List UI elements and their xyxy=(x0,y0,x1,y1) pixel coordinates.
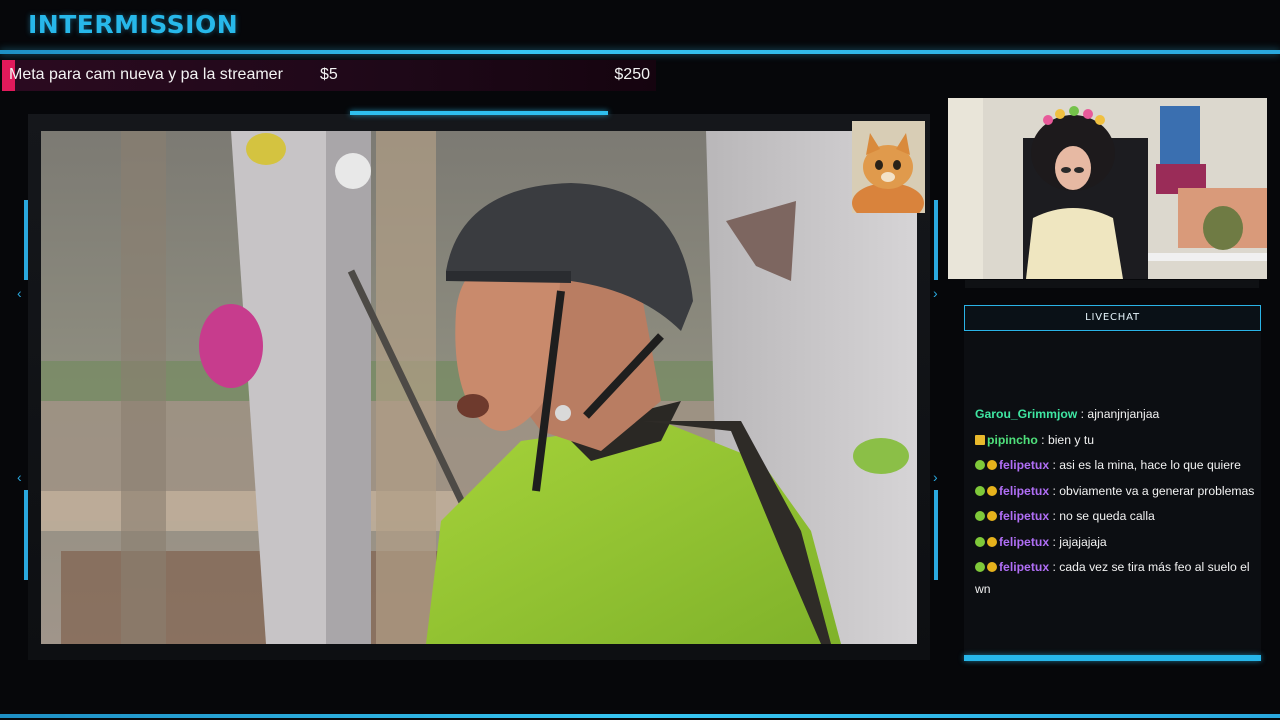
streamer-webcam xyxy=(948,98,1267,279)
goal-label: Meta para cam nueva y pa la streamer xyxy=(9,66,283,83)
video-player[interactable] xyxy=(41,131,917,644)
chevron-left-icon: ‹ xyxy=(17,285,22,301)
coin-badge-icon xyxy=(987,460,997,470)
cat-image xyxy=(852,121,925,213)
chat-username[interactable]: felipetux xyxy=(999,560,1053,574)
cat-badge-icon xyxy=(975,536,985,547)
frame-right-accent xyxy=(934,200,938,280)
cat-badge-icon xyxy=(975,511,985,521)
chat-username[interactable]: felipetux xyxy=(999,535,1053,549)
page-title: INTERMISSION xyxy=(28,10,239,39)
chat-message: felipetux : cada vez se tira más feo al … xyxy=(975,557,1265,600)
cat-badge-icon xyxy=(975,562,985,572)
cat-badge-icon xyxy=(975,460,985,470)
coin-badge-icon xyxy=(987,485,997,496)
webcam-scene xyxy=(948,98,1267,279)
chat-message: felipetux : asi es la mina, hace lo que … xyxy=(975,455,1265,477)
chat-message-text: : obviamente va a generar problemas xyxy=(1052,483,1255,498)
chevron-right-icon: › xyxy=(933,469,938,485)
cat-badge-icon xyxy=(975,485,985,496)
chat-message-list[interactable]: Garou_Grimmjow : ajnanjnjanjaa pipincho :… xyxy=(975,405,1265,604)
frame-left-accent-lower xyxy=(24,490,28,580)
chat-username[interactable]: felipetux xyxy=(999,458,1053,472)
chat-bottom-accent xyxy=(964,655,1261,661)
coin-badge-icon xyxy=(987,511,997,521)
frame-left-accent xyxy=(24,200,28,280)
chat-username[interactable]: felipetux xyxy=(999,509,1053,523)
chat-message-text: : jajajajaja xyxy=(1052,534,1107,549)
chat-username[interactable]: pipincho xyxy=(987,433,1041,447)
chat-message-text: : no se queda calla xyxy=(1052,509,1155,523)
goal-target-amount: $250 xyxy=(614,66,650,83)
chevron-right-icon: › xyxy=(933,285,938,301)
webcam-border xyxy=(965,280,1259,288)
chat-message: felipetux : obviamente va a generar prob… xyxy=(975,481,1265,503)
frame-right-accent-lower xyxy=(934,490,938,580)
cat-camera-overlay xyxy=(852,121,925,213)
coin-badge-icon xyxy=(987,562,997,572)
donation-goal-bar: Meta para cam nueva y pa la streamer $5 … xyxy=(2,60,656,91)
chat-message-text: : asi es la mina, hace lo que quiere xyxy=(1052,458,1241,472)
goal-current-amount: $5 xyxy=(320,66,338,83)
video-scene xyxy=(41,131,917,644)
crown-icon xyxy=(975,434,985,445)
chat-message-text: : bien y tu xyxy=(1041,432,1095,447)
livechat-header: LIVECHAT xyxy=(964,305,1261,331)
chat-message: Garou_Grimmjow : ajnanjnjanjaa xyxy=(975,404,1265,426)
chat-message: pipincho : bien y tu xyxy=(975,430,1265,452)
chevron-left-icon: ‹ xyxy=(17,469,22,485)
frame-top-accent xyxy=(350,111,608,115)
footer-divider xyxy=(0,714,1280,718)
coin-badge-icon xyxy=(987,536,997,547)
chat-message: felipetux : jajajajaja xyxy=(975,532,1265,554)
chat-username[interactable]: Garou_Grimmjow xyxy=(975,407,1081,421)
chat-username[interactable]: felipetux xyxy=(999,484,1053,498)
chat-message: felipetux : no se queda calla xyxy=(975,506,1265,528)
header-divider xyxy=(0,50,1280,54)
chat-message-text: : ajnanjnjanjaa xyxy=(1080,407,1160,421)
